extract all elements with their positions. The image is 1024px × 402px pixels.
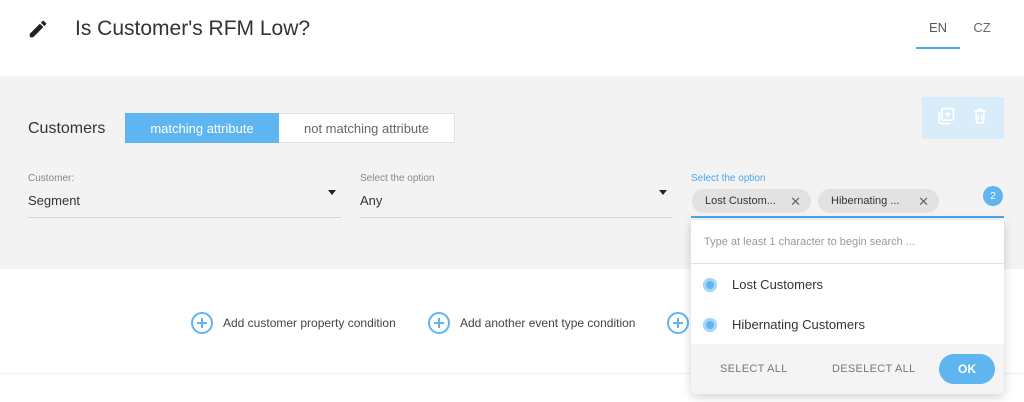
lang-en-underline [916, 47, 960, 49]
chevron-down-icon[interactable] [659, 190, 667, 195]
dropdown-option-label: Hibernating Customers [732, 317, 865, 332]
option-field-label: Select the option [360, 173, 435, 184]
matching-attribute-button[interactable]: matching attribute [125, 113, 279, 143]
option-field-value: Any [360, 193, 383, 208]
pencil-icon[interactable] [27, 18, 49, 40]
radio-selected-icon [703, 317, 717, 332]
dropdown-search [691, 220, 1004, 264]
selected-chip[interactable]: Lost Custom... ✕ [692, 189, 811, 213]
customer-field[interactable]: Customer: Segment [28, 173, 341, 219]
chip-label: Hibernating ... [831, 195, 900, 207]
add-event-type-condition-label: Add another event type condition [460, 316, 636, 330]
page-title: Is Customer's RFM Low? [75, 17, 311, 40]
condition-actions [922, 97, 1004, 139]
customer-field-label: Customer: [28, 173, 75, 184]
select-all-button[interactable]: SELECT ALL [720, 363, 788, 375]
dropdown-search-input[interactable] [704, 233, 984, 251]
dropdown-option-label: Lost Customers [732, 277, 824, 292]
option-field-underline [360, 217, 672, 218]
dropdown-footer: SELECT ALL DESELECT ALL OK [691, 344, 1004, 394]
add-customer-property-condition-button[interactable]: Add customer property condition [191, 312, 396, 334]
selected-chip[interactable]: Hibernating ... ✕ [818, 189, 939, 213]
add-event-type-condition-button[interactable]: Add another event type condition [428, 312, 635, 334]
plus-circle-icon [428, 312, 450, 334]
close-icon[interactable]: ✕ [790, 194, 801, 210]
customers-label: Customers [28, 120, 106, 137]
ok-button[interactable]: OK [939, 354, 995, 384]
customer-field-underline [28, 217, 341, 218]
option-field[interactable]: Select the option Any [360, 173, 672, 219]
plus-circle-icon [667, 312, 689, 334]
match-toggle: matching attribute not matching attribut… [125, 113, 455, 143]
plus-circle-icon [191, 312, 213, 334]
customer-field-value: Segment [28, 193, 81, 208]
not-matching-attribute-button[interactable]: not matching attribute [279, 113, 455, 143]
chevron-down-icon[interactable] [328, 190, 336, 195]
deselect-all-button[interactable]: DESELECT ALL [832, 363, 916, 375]
lang-tab-cz[interactable]: CZ [970, 20, 994, 35]
chip-label: Lost Custom... [705, 195, 776, 207]
close-icon[interactable]: ✕ [918, 194, 929, 210]
segment-multiselect-label: Select the option [691, 173, 766, 184]
selected-count-badge: 2 [983, 186, 1003, 206]
header: Is Customer's RFM Low? EN CZ [0, 0, 1024, 76]
dropdown-option[interactable]: Lost Customers [703, 277, 823, 292]
segment-multiselect-underline [691, 216, 1004, 218]
lang-tab-en[interactable]: EN [916, 20, 960, 35]
trash-icon[interactable] [970, 106, 990, 131]
duplicate-icon[interactable] [936, 106, 956, 131]
segment-multiselect[interactable]: Select the option Lost Custom... ✕ Hiber… [691, 173, 1004, 219]
dropdown-option[interactable]: Hibernating Customers [703, 317, 865, 332]
add-customer-property-condition-label: Add customer property condition [223, 316, 396, 330]
radio-selected-icon [703, 277, 717, 292]
segment-dropdown: Lost Customers Hibernating Customers SEL… [691, 220, 1004, 394]
